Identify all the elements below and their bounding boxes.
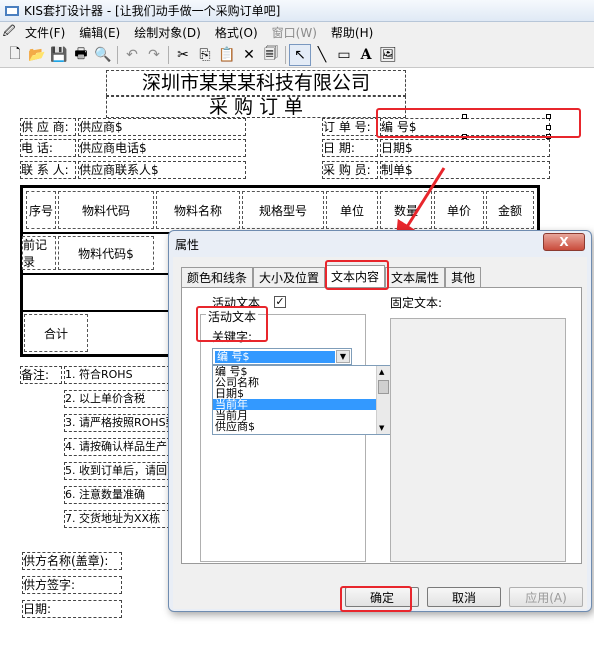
cancel-button[interactable]: 取消 bbox=[427, 587, 501, 607]
fixed-text-label: 固定文本: bbox=[390, 296, 443, 310]
document-title[interactable]: 采 购 订 单 bbox=[106, 96, 406, 118]
toolbar-separator bbox=[117, 45, 118, 64]
phone-label[interactable]: 电 话: bbox=[20, 139, 76, 157]
dialog-title: 属性 bbox=[175, 238, 200, 252]
highlight-order-number bbox=[376, 108, 581, 138]
header-amount[interactable]: 金额 bbox=[486, 191, 534, 229]
undo-icon[interactable]: ↶ bbox=[121, 44, 143, 66]
highlight-ok-button bbox=[340, 586, 412, 612]
list-scrollbar[interactable]: ▲ ▼ bbox=[376, 366, 391, 434]
company-name[interactable]: 深圳市某某某科技有限公司 bbox=[106, 70, 406, 96]
remarks-label[interactable]: 备注: bbox=[20, 366, 62, 384]
header-quantity[interactable]: 数量 bbox=[380, 191, 432, 229]
title-bar: KIS套打设计器 - [让我们动手做一个采购订单吧] bbox=[0, 0, 594, 22]
toolbar: 🗋 📂 💾 🖶 🔍 ↶ ↷ ✂ ⎘ 📋 ✕ 🗐 ↖ ╲ ▭ A 🖼 bbox=[0, 42, 594, 68]
window-title: KIS套打设计器 - [让我们动手做一个采购订单吧] bbox=[24, 4, 281, 18]
delete-icon[interactable]: ✕ bbox=[238, 44, 260, 66]
open-folder-icon[interactable]: 📂 bbox=[26, 44, 48, 66]
app-icon bbox=[5, 5, 19, 16]
row-material-code-cell[interactable]: 物料代码$ bbox=[58, 236, 154, 270]
date-label[interactable]: 日 期: bbox=[322, 139, 378, 157]
buyer-field[interactable]: 制单$ bbox=[380, 161, 550, 179]
supplier-seal-label[interactable]: 供方名称(盖章): bbox=[22, 552, 122, 570]
menu-file[interactable]: 文件(F) bbox=[18, 24, 72, 41]
remark-line[interactable]: 3. 请严格按照ROHS要 bbox=[64, 414, 170, 432]
remark-line[interactable]: 6. 注意数量准确 bbox=[64, 486, 170, 504]
keyword-list[interactable]: 编 号$ 公司名称 日期$ 当前年 当前月 供应商$ ▲ ▼ bbox=[212, 365, 392, 435]
menu-edit[interactable]: 编辑(E) bbox=[72, 24, 127, 41]
date-field[interactable]: 日期$ bbox=[380, 139, 550, 157]
clipboard-icon[interactable]: 🗐 bbox=[260, 44, 282, 66]
menu-app-icon[interactable]: 🖉 bbox=[0, 21, 18, 43]
text-icon[interactable]: A bbox=[355, 44, 377, 66]
remark-line[interactable]: 1. 符合ROHS bbox=[64, 366, 170, 384]
tab-color-lines[interactable]: 颜色和线条 bbox=[181, 267, 254, 287]
header-seq[interactable]: 序号 bbox=[26, 191, 56, 229]
tab-size-position[interactable]: 大小及位置 bbox=[253, 267, 326, 287]
list-item[interactable]: 供应商$ bbox=[213, 421, 391, 432]
supplier-signature-label[interactable]: 供方签字: bbox=[22, 576, 122, 594]
toolbar-separator bbox=[285, 45, 286, 64]
menu-window[interactable]: 窗口(W) bbox=[265, 24, 324, 41]
tab-text-properties[interactable]: 文本属性 bbox=[385, 267, 446, 287]
total-cell[interactable]: 合计 bbox=[24, 314, 88, 352]
buyer-label[interactable]: 采 购 员: bbox=[322, 161, 378, 179]
new-file-icon[interactable]: 🗋 bbox=[4, 44, 26, 66]
table-border-top bbox=[20, 185, 540, 188]
footer-date-label[interactable]: 日期: bbox=[22, 600, 122, 618]
highlight-keyword-group bbox=[196, 306, 268, 342]
remark-line[interactable]: 2. 以上单价含税 bbox=[64, 390, 170, 408]
print-icon[interactable]: 🖶 bbox=[70, 44, 92, 66]
remark-line[interactable]: 5. 收到订单后，请回 bbox=[64, 462, 170, 480]
cut-icon[interactable]: ✂ bbox=[172, 44, 194, 66]
remark-line[interactable]: 4. 请按确认样品生产 bbox=[64, 438, 170, 456]
chevron-down-icon[interactable]: ▼ bbox=[336, 350, 350, 363]
save-icon[interactable]: 💾 bbox=[48, 44, 70, 66]
header-material-name[interactable]: 物料名称 bbox=[156, 191, 240, 229]
menu-draw-object[interactable]: 绘制对象(D) bbox=[127, 24, 208, 41]
tab-other[interactable]: 其他 bbox=[445, 267, 482, 287]
toolbar-separator bbox=[168, 45, 169, 64]
row-seq-cell[interactable]: 前记录 bbox=[22, 236, 56, 270]
header-spec[interactable]: 规格型号 bbox=[242, 191, 324, 229]
close-icon[interactable]: X bbox=[543, 233, 585, 251]
header-unit-price[interactable]: 单价 bbox=[434, 191, 484, 229]
paste-icon[interactable]: 📋 bbox=[216, 44, 238, 66]
header-material-code[interactable]: 物料代码 bbox=[58, 191, 154, 229]
phone-field[interactable]: 供应商电话$ bbox=[78, 139, 246, 157]
copy-icon[interactable]: ⎘ bbox=[194, 44, 216, 66]
apply-button[interactable]: 应用(A) bbox=[509, 587, 583, 607]
keyword-selected-value: 编 号$ bbox=[215, 351, 335, 363]
remark-line[interactable]: 7. 交货地址为XX栋 bbox=[64, 510, 170, 528]
table-row-divider bbox=[20, 310, 170, 312]
supplier-label[interactable]: 供 应 商: bbox=[20, 118, 76, 136]
active-text-checkbox[interactable]: ✓ bbox=[274, 296, 286, 308]
scroll-down-icon[interactable]: ▼ bbox=[379, 424, 384, 432]
contact-field[interactable]: 供应商联系人$ bbox=[78, 161, 246, 179]
keyword-combobox[interactable]: 编 号$ ▼ bbox=[212, 348, 352, 365]
supplier-field[interactable]: 供应商$ bbox=[78, 118, 246, 136]
table-border-left bbox=[20, 185, 23, 357]
header-unit[interactable]: 单位 bbox=[326, 191, 378, 229]
fixed-text-area[interactable] bbox=[390, 318, 566, 562]
menu-bar: 🖉 文件(F) 编辑(E) 绘制对象(D) 格式(O) 窗口(W) 帮助(H) bbox=[0, 22, 594, 42]
highlight-text-content-tab bbox=[325, 260, 389, 290]
pointer-icon[interactable]: ↖ bbox=[289, 43, 311, 66]
scroll-thumb[interactable] bbox=[378, 380, 389, 394]
menu-format[interactable]: 格式(O) bbox=[208, 24, 265, 41]
redo-icon[interactable]: ↷ bbox=[143, 44, 165, 66]
line-icon[interactable]: ╲ bbox=[311, 44, 333, 66]
rectangle-icon[interactable]: ▭ bbox=[333, 44, 355, 66]
image-icon[interactable]: 🖼 bbox=[377, 44, 399, 66]
table-row-divider bbox=[20, 273, 170, 275]
print-preview-icon[interactable]: 🔍 bbox=[92, 44, 114, 66]
order-number-label[interactable]: 订 单 号: bbox=[322, 118, 378, 136]
contact-label[interactable]: 联 系 人: bbox=[20, 161, 76, 179]
menu-help[interactable]: 帮助(H) bbox=[324, 24, 380, 41]
scroll-up-icon[interactable]: ▲ bbox=[379, 368, 384, 376]
